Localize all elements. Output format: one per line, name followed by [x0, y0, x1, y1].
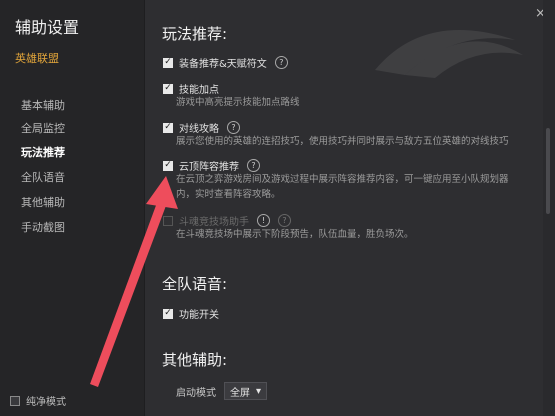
settings-window: 辅助设置 英雄联盟 基本辅助 全局监控 玩法推荐 全队语音 其他辅助 手动截图 … [0, 0, 555, 416]
annotation-arrow-icon [90, 176, 178, 387]
